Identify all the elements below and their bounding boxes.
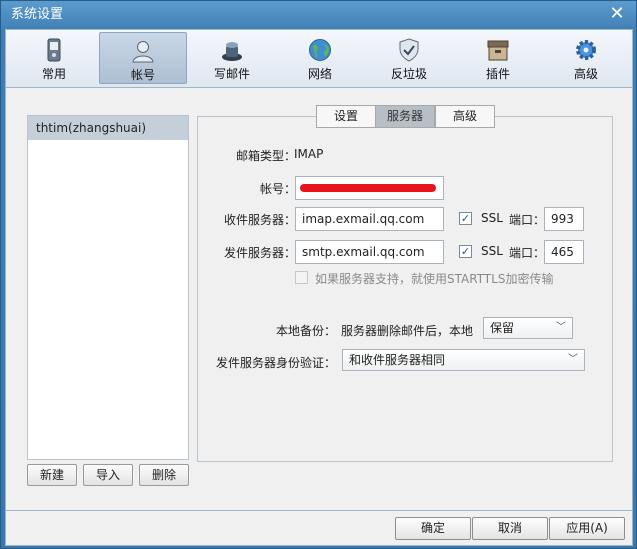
incoming-ssl-checkbox[interactable]: ✓ bbox=[459, 212, 472, 225]
import-account-button[interactable]: 导入 bbox=[83, 464, 133, 486]
toolbar-item-account[interactable]: 帐号 bbox=[99, 32, 187, 84]
server-settings-panel: 邮箱类型： IMAP 帐号： 收件服务器： imap.exmail.qq.com… bbox=[197, 116, 613, 462]
toolbar-label: 写邮件 bbox=[213, 67, 250, 81]
local-backup-description: 服务器删除邮件后，本地 bbox=[341, 324, 474, 338]
redaction-mark bbox=[300, 184, 436, 192]
toolbar-item-plugins[interactable]: 插件 bbox=[454, 32, 542, 84]
outgoing-port-label: 端口： bbox=[509, 246, 546, 260]
window-title: 系统设置 bbox=[11, 7, 64, 22]
local-backup-label: 本地备份： bbox=[275, 324, 336, 338]
toolbar-label: 常用 bbox=[41, 67, 66, 81]
pen-inkwell-icon bbox=[222, 42, 242, 61]
tab-advanced[interactable]: 高级 bbox=[435, 105, 495, 128]
close-icon[interactable]: ✕ bbox=[608, 5, 626, 24]
toolbar-item-antispam[interactable]: 反垃圾 bbox=[365, 32, 453, 84]
tab-server[interactable]: 服务器 bbox=[375, 105, 435, 128]
toolbar-label: 帐号 bbox=[130, 68, 155, 82]
chevron-down-icon: ﹀ bbox=[568, 354, 578, 365]
shield-icon bbox=[399, 38, 419, 62]
chevron-down-icon: ﹀ bbox=[556, 322, 566, 333]
tab-settings[interactable]: 设置 bbox=[316, 105, 376, 128]
account-label: 帐号： bbox=[259, 182, 296, 196]
outgoing-auth-select[interactable]: 和收件服务器相同 ﹀ bbox=[342, 349, 585, 371]
toolbar-label: 反垃圾 bbox=[390, 67, 427, 81]
toolbar-item-general[interactable]: 常用 bbox=[10, 32, 98, 84]
toolbar-label: 高级 bbox=[573, 67, 598, 81]
outgoing-port-input[interactable]: 465 bbox=[544, 240, 584, 264]
local-backup-value: 保留 bbox=[490, 321, 515, 335]
incoming-server-label: 收件服务器： bbox=[223, 213, 296, 227]
outgoing-ssl-label: SSL bbox=[481, 244, 503, 258]
new-account-button[interactable]: 新建 bbox=[27, 464, 77, 486]
incoming-port-label: 端口： bbox=[509, 213, 546, 227]
incoming-port-input[interactable]: 993 bbox=[544, 207, 584, 231]
account-list: thtim(zhangshuai) bbox=[27, 115, 189, 460]
outgoing-auth-label: 发件服务器身份验证： bbox=[215, 356, 336, 370]
phone-icon bbox=[47, 38, 61, 62]
starttls-label: 如果服务器支持，就使用STARTTLS加密传输 bbox=[315, 272, 554, 286]
account-field[interactable] bbox=[295, 176, 444, 200]
incoming-ssl-label: SSL bbox=[481, 211, 503, 225]
toolbar-label: 网络 bbox=[307, 67, 332, 81]
dialog-button-bar: 确定 取消 应用(A) bbox=[5, 511, 633, 546]
delete-account-button[interactable]: 删除 bbox=[139, 464, 189, 486]
user-icon bbox=[132, 41, 154, 63]
toolbar-item-network[interactable]: 网络 bbox=[276, 32, 364, 84]
starttls-checkbox[interactable] bbox=[295, 271, 308, 284]
gear-icon bbox=[576, 40, 596, 60]
toolbar-item-compose[interactable]: 写邮件 bbox=[188, 32, 276, 84]
outgoing-ssl-checkbox[interactable]: ✓ bbox=[459, 245, 472, 258]
outgoing-auth-value: 和收件服务器相同 bbox=[349, 353, 446, 367]
ok-button[interactable]: 确定 bbox=[395, 517, 471, 540]
incoming-server-input[interactable]: imap.exmail.qq.com bbox=[295, 207, 444, 231]
settings-content: thtim(zhangshuai) 新建 导入 删除 邮箱类型： IMAP 帐号… bbox=[5, 87, 633, 511]
outgoing-server-label: 发件服务器： bbox=[223, 246, 296, 260]
account-list-item[interactable]: thtim(zhangshuai) bbox=[28, 116, 188, 140]
globe-icon bbox=[309, 39, 331, 61]
toolbar-label: 插件 bbox=[485, 67, 510, 81]
outgoing-server-input[interactable]: smtp.exmail.qq.com bbox=[295, 240, 444, 264]
cancel-button[interactable]: 取消 bbox=[472, 517, 548, 540]
local-backup-select[interactable]: 保留 ﹀ bbox=[483, 317, 573, 339]
apply-button[interactable]: 应用(A) bbox=[549, 517, 625, 540]
box-icon bbox=[487, 40, 509, 61]
mailbox-type-value: IMAP bbox=[294, 147, 324, 161]
category-toolbar: 常用 帐号 写邮件 网络 反垃圾 插件 高级 bbox=[5, 29, 633, 87]
settings-window: 系统设置 ✕ 常用 帐号 写邮件 网络 反垃圾 插件 高级 thtim(zhan… bbox=[0, 0, 637, 549]
mailbox-type-label: 邮箱类型： bbox=[235, 149, 296, 163]
toolbar-item-advanced[interactable]: 高级 bbox=[542, 32, 630, 84]
